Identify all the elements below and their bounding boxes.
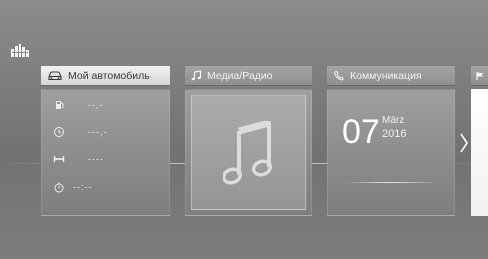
tile-next-body — [471, 89, 488, 216]
tile-communication-body: 07 März 2016 — [327, 89, 455, 216]
car-range-value: ---- — [88, 154, 104, 164]
car-clock-value: ---,- — [88, 127, 108, 137]
car-fuel-value: --,- — [88, 100, 104, 110]
music-note-large-icon — [222, 120, 272, 184]
tile-media-radio[interactable]: Медиа/Радио — [185, 66, 312, 216]
tile-my-car-title: Мой автомобиль — [68, 69, 150, 82]
tile-next-partial[interactable] — [471, 66, 488, 216]
tile-communication-title: Коммуникация — [350, 69, 422, 82]
tile-media-radio-body — [185, 89, 312, 216]
tile-my-car-header[interactable]: Мой автомобиль — [41, 66, 170, 86]
date-year: 2016 — [382, 128, 407, 140]
tile-my-car[interactable]: Мой автомобиль --,- ---,- ---- --:-- — [41, 66, 170, 216]
tile-communication-header[interactable]: Коммуникация — [327, 66, 455, 86]
tile-next-header[interactable] — [471, 66, 488, 86]
range-icon — [53, 156, 65, 162]
car-row-stopwatch: --:-- — [53, 180, 163, 194]
car-row-clock: ---,- — [53, 125, 163, 139]
tile-media-radio-header[interactable]: Медиа/Радио — [185, 66, 312, 86]
fuel-icon — [56, 101, 64, 109]
date-month: März — [382, 115, 405, 126]
date-day: 07 — [342, 113, 380, 151]
connectivity-status-icon — [11, 44, 29, 57]
stopwatch-icon — [54, 182, 64, 193]
flag-icon — [476, 71, 484, 80]
music-note-icon — [191, 70, 202, 81]
tile-media-radio-title: Медиа/Радио — [207, 69, 273, 82]
car-row-range: ---- — [53, 152, 163, 166]
car-stopwatch-value: --:-- — [73, 182, 93, 192]
tile-my-car-body: --,- ---,- ---- --:-- — [41, 89, 170, 216]
chevron-right-icon[interactable] — [459, 132, 469, 154]
car-row-fuel: --,- — [53, 98, 163, 112]
clock-icon — [54, 127, 64, 137]
album-art-placeholder — [191, 95, 306, 210]
phone-icon — [334, 70, 344, 81]
tile-communication[interactable]: Коммуникация 07 März 2016 — [327, 66, 455, 216]
date-divider — [342, 182, 440, 183]
car-icon — [48, 70, 62, 80]
